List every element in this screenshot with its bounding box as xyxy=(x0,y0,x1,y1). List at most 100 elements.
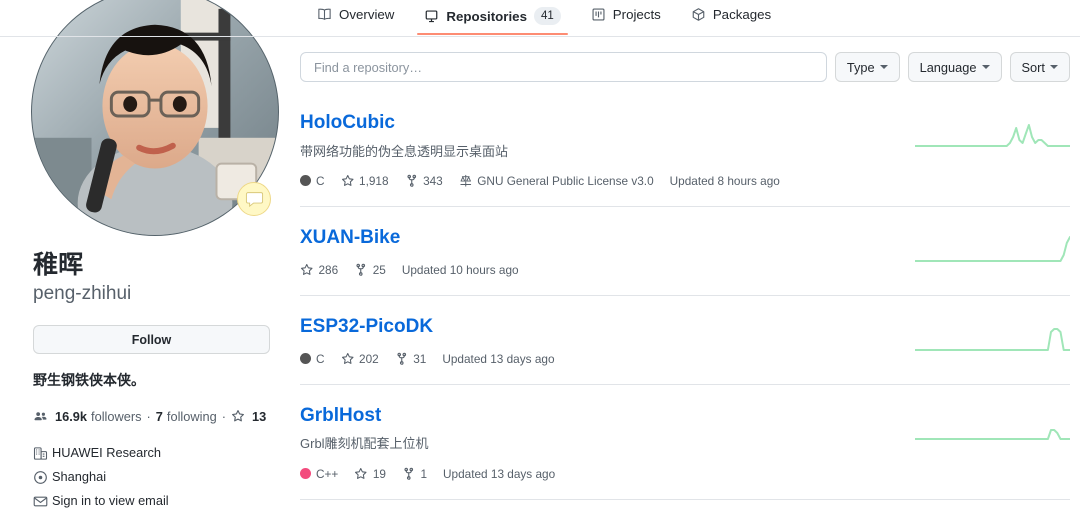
repository-stars[interactable]: 202 xyxy=(341,352,379,366)
repositories-count-badge: 41 xyxy=(533,7,561,25)
organization-icon xyxy=(33,446,52,461)
follow-button[interactable]: Follow xyxy=(33,325,270,354)
repository-row: GrblHost Grbl雕刻机配套上位机 C++ 19 1 Updated 13 day… xyxy=(300,385,1070,500)
type-dropdown[interactable]: Type xyxy=(834,52,900,82)
profile-meta-list: HUAWEI Research Shanghai Sign in to view… xyxy=(33,443,290,515)
fork-icon xyxy=(404,467,414,480)
active-tab-underline xyxy=(417,33,568,35)
repository-updated: Updated 8 hours ago xyxy=(669,173,780,188)
stat-separator-2: · xyxy=(221,408,226,424)
repo-activity-sparkline xyxy=(915,124,1070,147)
stars-count: 202 xyxy=(359,351,379,366)
forks-count: 31 xyxy=(413,351,427,366)
chevron-down-icon xyxy=(981,65,990,69)
forks-count: 343 xyxy=(423,173,443,188)
fork-icon xyxy=(397,352,406,365)
repository-license: GNU General Public License v3.0 xyxy=(459,174,654,188)
project-icon xyxy=(591,7,606,22)
repository-sparkline-container xyxy=(915,227,1070,277)
repository-row: XUAN-Bike 286 25 Updated 10 hours ago xyxy=(300,207,1070,296)
meta-email[interactable]: Sign in to view email xyxy=(33,491,290,513)
profile-bio: 野生钢铁侠本侠。 xyxy=(33,372,145,388)
tab-packages[interactable]: Packages xyxy=(676,0,786,32)
repository-name-link[interactable]: ESP32-PicoDK xyxy=(300,316,433,339)
star-icon xyxy=(231,409,245,423)
language-dropdown-label: Language xyxy=(919,59,977,75)
profile-sidebar: 稚晖 peng-zhihui Follow 野生钢铁侠本侠。 16.9k fol… xyxy=(0,0,290,515)
repository-list: HoloCubic 带网络功能的伪全息透明显示桌面站 C 1,918 343 GNU Ge… xyxy=(290,92,1080,500)
forks-count: 1 xyxy=(420,466,427,481)
repository-row: ESP32-PicoDK C 202 31 Updated 13 days ago xyxy=(300,296,1070,385)
stars-count[interactable]: 13 xyxy=(252,409,266,424)
repository-name-link[interactable]: HoloCubic xyxy=(300,112,395,135)
repository-info: XUAN-Bike 286 25 Updated 10 hours ago xyxy=(300,227,915,277)
repo-activity-sparkline xyxy=(915,428,1070,440)
repo-activity-sparkline xyxy=(915,235,1070,262)
repository-forks[interactable]: 343 xyxy=(405,174,443,188)
repository-stars[interactable]: 286 xyxy=(300,263,338,277)
sort-dropdown-label: Sort xyxy=(1021,59,1045,75)
speech-bubble-icon xyxy=(245,191,263,207)
repo-filter-bar: Type Language Sort xyxy=(290,37,1080,82)
following-count[interactable]: 7 xyxy=(156,409,163,424)
book-icon xyxy=(317,7,332,22)
repository-info: ESP32-PicoDK C 202 31 Updated 13 days ago xyxy=(300,316,915,366)
email-text[interactable]: Sign in to view email xyxy=(52,494,169,508)
repository-forks[interactable]: 1 xyxy=(402,467,427,481)
followers-label[interactable]: followers xyxy=(91,409,142,424)
language-dropdown[interactable]: Language xyxy=(907,52,1002,82)
meta-location: Shanghai xyxy=(33,467,290,489)
language-label: C++ xyxy=(316,466,339,481)
tab-packages-label: Packages xyxy=(712,7,772,22)
repository-updated: Updated 13 days ago xyxy=(443,466,556,481)
repository-language: C xyxy=(300,174,325,188)
repository-name-link[interactable]: XUAN-Bike xyxy=(300,227,400,250)
forks-count: 25 xyxy=(372,262,386,277)
star-icon xyxy=(300,264,313,275)
repo-activity-sparkline xyxy=(915,327,1070,351)
stars-count: 286 xyxy=(318,262,339,277)
sort-dropdown[interactable]: Sort xyxy=(1009,52,1070,82)
repository-meta: C 202 31 Updated 13 days ago xyxy=(300,352,915,366)
language-color-dot xyxy=(300,353,311,365)
profile-tabs: Overview Repositories 41 Projects Packag… xyxy=(0,0,1080,37)
github-profile-page: 稚晖 peng-zhihui Follow 野生钢铁侠本侠。 16.9k fol… xyxy=(0,0,1080,515)
stat-separator-1: · xyxy=(146,408,151,424)
repository-info: HoloCubic 带网络功能的伪全息透明显示桌面站 C 1,918 343 GNU Ge… xyxy=(300,112,915,188)
repository-updated: Updated 10 hours ago xyxy=(401,262,519,277)
following-label[interactable]: following xyxy=(167,409,217,424)
repository-stars[interactable]: 19 xyxy=(354,467,386,481)
repository-meta: 286 25 Updated 10 hours ago xyxy=(300,263,915,277)
followers-count[interactable]: 16.9k xyxy=(55,409,87,424)
meta-organization[interactable]: HUAWEI Research xyxy=(33,443,290,465)
repository-info: GrblHost Grbl雕刻机配套上位机 C++ 19 1 Updated 13 day… xyxy=(300,405,915,481)
law-icon xyxy=(460,175,471,187)
profile-username: peng-zhihui xyxy=(33,283,132,305)
repository-meta: C++ 19 1 Updated 13 days ago xyxy=(300,467,915,481)
location-text: Shanghai xyxy=(52,469,107,485)
repository-language: C xyxy=(300,352,325,366)
stars-count: 19 xyxy=(372,466,386,481)
profile-fullname: 稚晖 xyxy=(33,251,84,279)
star-icon xyxy=(341,175,354,187)
language-label: C xyxy=(316,173,325,188)
search-input[interactable] xyxy=(312,58,815,76)
status-badge[interactable] xyxy=(237,182,271,216)
repository-updated: Updated 13 days ago xyxy=(442,351,555,366)
package-icon xyxy=(691,7,706,22)
tab-projects-label: Projects xyxy=(612,7,661,22)
repository-name-link[interactable]: GrblHost xyxy=(300,405,381,428)
location-icon xyxy=(33,470,52,485)
repository-forks[interactable]: 25 xyxy=(354,263,386,277)
tab-repositories[interactable]: Repositories 41 xyxy=(409,0,575,35)
search-repository-box[interactable] xyxy=(300,52,827,82)
repository-forks[interactable]: 31 xyxy=(395,351,427,366)
repository-row: HoloCubic 带网络功能的伪全息透明显示桌面站 C 1,918 343 GNU Ge… xyxy=(300,92,1070,207)
repository-description: 带网络功能的伪全息透明显示桌面站 xyxy=(300,143,509,159)
tab-projects[interactable]: Projects xyxy=(576,0,676,32)
chevron-down-icon xyxy=(879,65,888,69)
tab-overview[interactable]: Overview xyxy=(302,0,409,32)
repository-stars[interactable]: 1,918 xyxy=(341,174,389,188)
stars-count: 1,918 xyxy=(359,173,389,188)
repository-sparkline-container xyxy=(915,112,1070,188)
